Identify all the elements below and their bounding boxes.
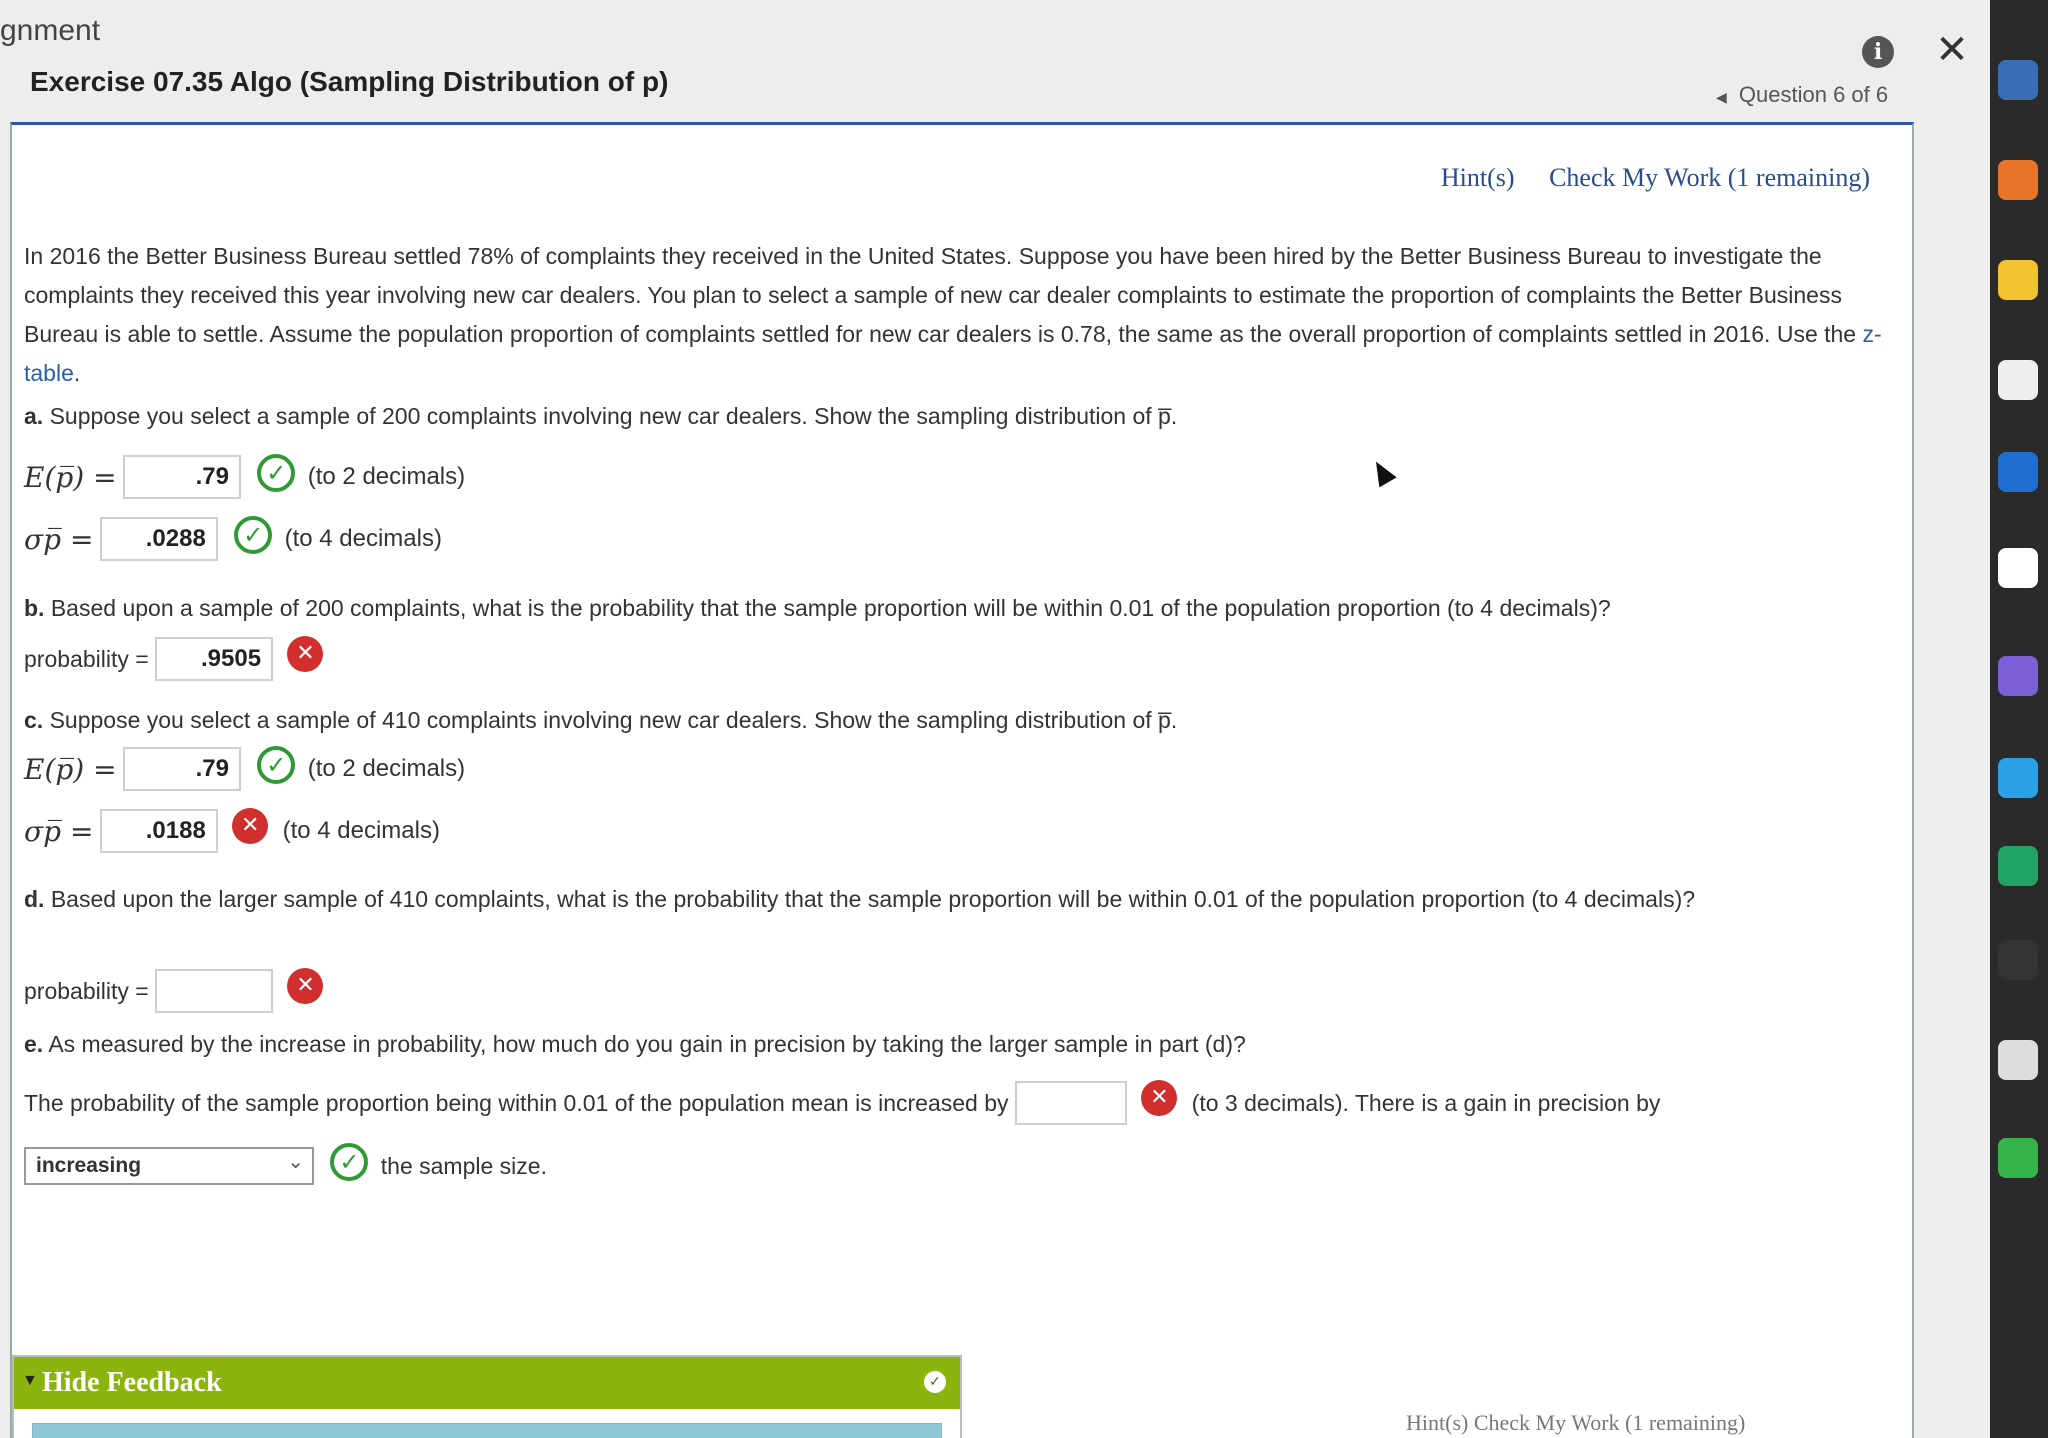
part-a-expected-row: E(p̅) = .79 ✓ (to 2 decimals) bbox=[24, 454, 466, 499]
notes-app-icon[interactable] bbox=[1998, 548, 2038, 588]
part-c-sigma-row: σp̅ = .0188 ✕ (to 4 decimals) bbox=[24, 808, 440, 853]
part-e-sentence-3: the sample size. bbox=[380, 1152, 547, 1179]
part-b-text: Based upon a sample of 200 complaints, w… bbox=[50, 595, 1611, 621]
part-b-question: b. Based upon a sample of 200 complaints… bbox=[24, 595, 1611, 622]
part-d-text: Based upon the larger sample of 410 comp… bbox=[50, 886, 1696, 912]
question-panel: Hint(s) Check My Work (1 remaining) In 2… bbox=[10, 122, 1914, 1438]
part-a-text: Suppose you select a sample of 200 compl… bbox=[49, 403, 1178, 429]
part-d-probability-input[interactable] bbox=[155, 969, 274, 1013]
correct-check-icon: ✓ bbox=[257, 454, 296, 492]
pen-app-icon[interactable] bbox=[1998, 60, 2038, 100]
question-toolbar: Hint(s) Check My Work (1 remaining) bbox=[1413, 163, 1870, 193]
incorrect-x-icon: ✕ bbox=[232, 808, 269, 844]
part-a-sigma-hint: (to 4 decimals) bbox=[284, 525, 442, 552]
incorrect-x-icon: ✕ bbox=[1141, 1080, 1178, 1116]
probability-label: probability = bbox=[24, 977, 149, 1004]
precision-dropdown-value: increasing bbox=[36, 1154, 142, 1177]
part-e-sentence-2: (to 3 decimals). There is a gain in prec… bbox=[1191, 1089, 1661, 1116]
app-store-icon[interactable] bbox=[1998, 940, 2038, 980]
intro-end: . bbox=[73, 360, 81, 386]
part-d-question: d. Based upon the larger sample of 410 c… bbox=[24, 879, 1824, 919]
blue-app-icon[interactable] bbox=[1998, 452, 2038, 492]
part-c-expected-input[interactable]: .79 bbox=[122, 747, 241, 791]
part-e-select-row: increasing ⌄ ✓ the sample size. bbox=[24, 1143, 547, 1185]
correct-check-icon: ✓ bbox=[257, 746, 296, 784]
pin-icon[interactable]: ✓ bbox=[924, 1371, 946, 1393]
hide-feedback-label: Hide Feedback bbox=[42, 1367, 222, 1398]
part-a-question: a. Suppose you select a sample of 200 co… bbox=[24, 403, 1177, 430]
probability-label: probability = bbox=[24, 645, 149, 672]
part-c-question: c. Suppose you select a sample of 410 co… bbox=[24, 707, 1177, 734]
incorrect-x-icon: ✕ bbox=[287, 968, 324, 1004]
question-nav-label: Question 6 of 6 bbox=[1738, 82, 1889, 107]
part-e-answer-row: The probability of the sample proportion… bbox=[24, 1080, 1661, 1125]
part-a-expected-input[interactable]: .79 bbox=[122, 455, 241, 499]
part-c-letter: c. bbox=[24, 707, 44, 733]
problem-intro: In 2016 the Better Business Bureau settl… bbox=[24, 237, 1894, 393]
intro-text: In 2016 the Better Business Bureau settl… bbox=[24, 243, 1863, 347]
part-e-sentence-1: The probability of the sample proportion… bbox=[24, 1089, 1009, 1116]
part-c-text: Suppose you select a sample of 410 compl… bbox=[49, 707, 1178, 733]
rss-app-icon[interactable] bbox=[1998, 160, 2038, 200]
close-icon[interactable]: ✕ bbox=[1932, 30, 1972, 70]
hints-link[interactable]: Hint(s) bbox=[1441, 163, 1515, 192]
sigma-label: σp̅ = bbox=[24, 814, 94, 848]
cloud-app-icon[interactable] bbox=[1998, 758, 2038, 798]
feedback-status: Partially Correct bbox=[32, 1423, 942, 1438]
info-icon[interactable]: i bbox=[1862, 36, 1894, 68]
hide-feedback-toggle[interactable]: ▼ Hide Feedback ✓ bbox=[14, 1357, 960, 1409]
exercise-title: Exercise 07.35 Algo (Sampling Distributi… bbox=[30, 66, 669, 97]
window-title: gnment bbox=[0, 14, 101, 47]
podcast-app-icon[interactable] bbox=[1998, 656, 2038, 696]
desktop-dock bbox=[1990, 0, 2048, 1438]
footer-toolbar-cut: Hint(s) Check My Work (1 remaining) bbox=[1406, 1410, 1746, 1435]
part-c-expected-hint: (to 2 decimals) bbox=[307, 755, 466, 782]
part-e-text: As measured by the increase in probabili… bbox=[48, 1031, 1246, 1057]
question-nav[interactable]: ◀ Question 6 of 6 bbox=[1716, 82, 1888, 108]
part-a-sigma-row: σp̅ = .0288 ✓ (to 4 decimals) bbox=[24, 516, 442, 561]
docs-app-icon[interactable] bbox=[1998, 360, 2038, 400]
part-a-expected-hint: (to 2 decimals) bbox=[307, 463, 466, 490]
correct-check-icon: ✓ bbox=[234, 516, 273, 554]
drive-app-icon[interactable] bbox=[1998, 846, 2038, 886]
part-c-sigma-input[interactable]: .0188 bbox=[99, 809, 218, 853]
font-app-icon[interactable] bbox=[1998, 260, 2038, 300]
part-c-expected-row: E(p̅) = .79 ✓ (to 2 decimals) bbox=[24, 746, 466, 791]
correct-check-icon: ✓ bbox=[330, 1143, 369, 1181]
green-app-icon[interactable] bbox=[1998, 1138, 2038, 1178]
part-a-letter: a. bbox=[24, 403, 44, 429]
expected-value-label: E(p̅) = bbox=[24, 752, 117, 786]
part-b-letter: b. bbox=[24, 595, 45, 621]
incorrect-x-icon: ✕ bbox=[287, 636, 324, 672]
part-b-probability-input[interactable]: .9505 bbox=[155, 637, 274, 681]
part-d-letter: d. bbox=[24, 886, 45, 912]
part-e-increase-input[interactable] bbox=[1014, 1081, 1127, 1125]
expected-value-label: E(p̅) = bbox=[24, 460, 117, 494]
sigma-label: σp̅ = bbox=[24, 522, 94, 556]
feedback-panel: ▼ Hide Feedback ✓ Partially Correct bbox=[12, 1355, 962, 1438]
collapse-triangle-icon: ▼ bbox=[22, 1372, 38, 1389]
part-a-sigma-input[interactable]: .0288 bbox=[99, 517, 218, 561]
precision-dropdown[interactable]: increasing ⌄ bbox=[24, 1147, 314, 1185]
part-e-question: e. As measured by the increase in probab… bbox=[24, 1031, 1246, 1058]
part-b-probability-row: probability = .9505 ✕ bbox=[24, 636, 331, 681]
prev-arrow-icon[interactable]: ◀ bbox=[1716, 89, 1727, 105]
part-c-sigma-hint: (to 4 decimals) bbox=[282, 817, 440, 844]
check-my-work-link[interactable]: Check My Work (1 remaining) bbox=[1549, 163, 1870, 192]
chevron-down-icon: ⌄ bbox=[287, 1149, 304, 1173]
part-e-letter: e. bbox=[24, 1031, 44, 1057]
preview-app-icon[interactable] bbox=[1998, 1040, 2038, 1080]
part-d-probability-row: probability = ✕ bbox=[24, 968, 331, 1013]
